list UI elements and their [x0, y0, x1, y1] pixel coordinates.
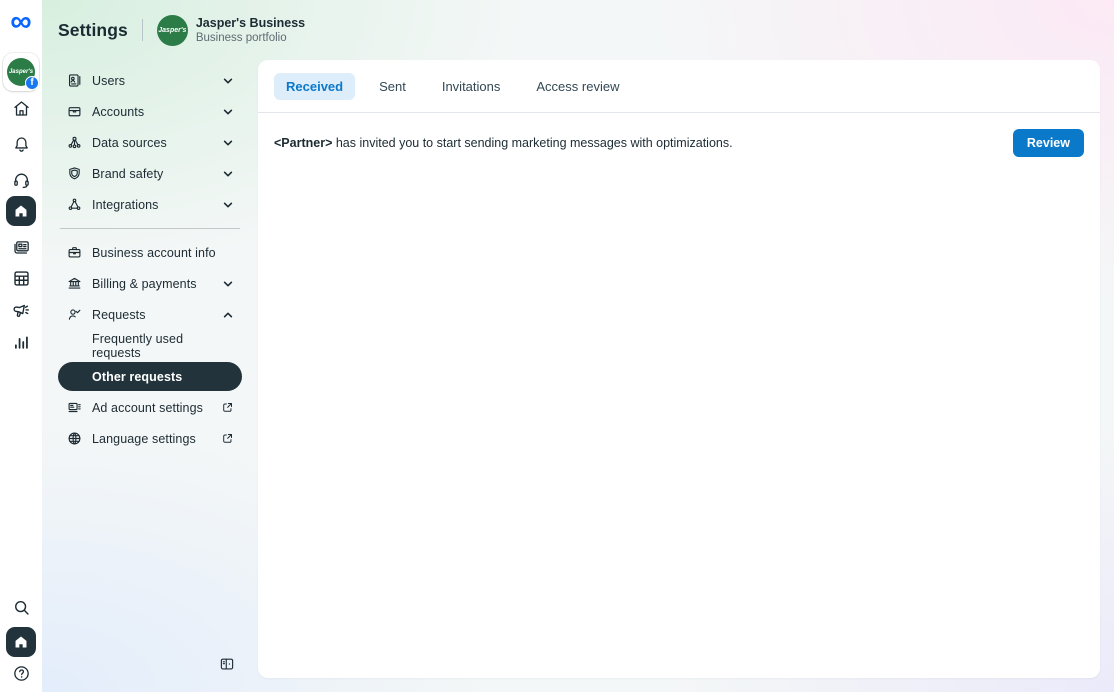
request-partner-name: <Partner> [274, 136, 333, 150]
chevron-down-icon [223, 78, 233, 83]
insights-bars-icon[interactable] [0, 331, 42, 353]
request-row: <Partner> has invited you to start sendi… [258, 123, 1100, 163]
page-title: Settings [58, 19, 128, 40]
external-link-icon [223, 434, 232, 443]
sidebar-collapse-button[interactable] [218, 655, 236, 678]
help-question-icon[interactable] [0, 661, 42, 685]
person-check-icon [68, 309, 81, 320]
home-shortcut-button[interactable] [0, 626, 42, 658]
box-icon [68, 107, 81, 117]
app-rail: ∞ Jasper's f [0, 0, 42, 692]
home-filled-icon [6, 196, 36, 226]
review-button[interactable]: Review [1012, 129, 1084, 157]
chevron-down-icon [223, 202, 233, 207]
external-link-icon [223, 403, 232, 412]
chevron-down-icon [223, 281, 233, 286]
network-nodes-icon [68, 136, 81, 149]
business-type: Business portfolio [195, 31, 287, 44]
page-header: Settings Jasper's Jasper's Business Busi… [42, 0, 1114, 60]
header-divider [141, 19, 143, 41]
sidebar-item-label: Integrations [92, 197, 159, 212]
meta-business-settings-page: ∞ Jasper's f Settings Jasper's Jasper's … [0, 0, 1114, 692]
avatar-card: Jasper's f [3, 53, 39, 91]
business-avatar-button[interactable]: Jasper's f [0, 52, 42, 92]
notifications-bell-icon[interactable] [0, 133, 42, 155]
planner-table-icon[interactable] [0, 267, 42, 289]
requests-panel: Received Sent Invitations Access review … [258, 60, 1100, 678]
sidebar-item-label: Billing & payments [92, 276, 197, 291]
chevron-down-icon [223, 109, 233, 114]
business-portfolio-info[interactable]: Jasper's Business Business portfolio [196, 16, 305, 45]
meta-infinity-icon: ∞ [10, 5, 32, 38]
ad-card-icon [68, 402, 81, 413]
sidebar-item-accounts[interactable]: Accounts [58, 96, 242, 127]
tab-invitations[interactable]: Invitations [430, 73, 513, 100]
facebook-badge-icon: f [25, 76, 39, 90]
sidebar-item-label: Language settings [92, 431, 196, 446]
sidebar-item-label: Frequently used requests [92, 331, 184, 360]
business-name: Jasper's Business [195, 15, 306, 30]
sidebar-item-other-requests[interactable]: Other requests [58, 362, 242, 391]
sidebar-item-label: Requests [92, 307, 146, 322]
sidebar-item-label: Accounts [92, 104, 145, 119]
sidebar-item-label: Business account info [92, 245, 216, 260]
sidebar-item-frequently-used-requests[interactable]: Frequently used requests [58, 330, 242, 361]
tab-received[interactable]: Received [274, 73, 356, 100]
request-message: <Partner> has invited you to start sendi… [274, 136, 733, 150]
tab-sent[interactable]: Sent [367, 73, 418, 100]
business-portfolio-avatar[interactable]: Jasper's [156, 14, 188, 46]
chevron-down-icon [223, 140, 233, 145]
bank-icon [68, 277, 81, 289]
sidebar-item-label: Brand safety [92, 166, 164, 181]
tab-access-review[interactable]: Access review [524, 73, 631, 100]
business-home-selected[interactable] [0, 195, 42, 227]
sidebar-divider [60, 228, 240, 229]
meta-logo[interactable]: ∞ [0, 5, 42, 38]
sidebar-item-label: Other requests [92, 369, 183, 384]
sidebar-item-label: Data sources [92, 135, 167, 150]
sidebar-item-ad-account-settings[interactable]: Ad account settings [58, 392, 242, 423]
pages-posts-icon[interactable] [0, 236, 42, 258]
chevron-down-icon [223, 171, 233, 176]
sidebar-item-integrations[interactable]: Integrations [58, 189, 242, 220]
chevron-up-icon [223, 312, 233, 317]
request-message-text: has invited you to start sending marketi… [332, 136, 733, 150]
sidebar-item-data-sources[interactable]: Data sources [58, 127, 242, 158]
briefcase-icon [68, 247, 81, 258]
sidebar-item-billing-payments[interactable]: Billing & payments [58, 268, 242, 299]
sidebar-item-users[interactable]: Users [58, 65, 242, 96]
id-card-icon [68, 74, 81, 87]
settings-sidebar: Users Accounts Data sources Brand safety [42, 60, 258, 692]
sidebar-item-brand-safety[interactable]: Brand safety [58, 158, 242, 189]
collapse-panel-icon [220, 658, 234, 670]
search-icon[interactable] [0, 596, 42, 618]
globe-icon [68, 432, 81, 445]
sidebar-item-label: Ad account settings [92, 400, 203, 415]
shield-icon [69, 167, 80, 180]
support-headset-icon[interactable] [0, 169, 42, 191]
sidebar-item-business-account-info[interactable]: Business account info [58, 237, 242, 268]
home-icon[interactable] [0, 97, 42, 119]
promote-megaphone-icon[interactable] [0, 300, 42, 324]
sidebar-item-requests[interactable]: Requests [58, 299, 242, 330]
sidebar-item-language-settings[interactable]: Language settings [58, 423, 242, 454]
requests-tabs: Received Sent Invitations Access review [258, 60, 1100, 113]
triangle-nodes-icon [68, 198, 81, 211]
sidebar-item-label: Users [92, 73, 126, 88]
home-filled-icon [6, 627, 36, 657]
